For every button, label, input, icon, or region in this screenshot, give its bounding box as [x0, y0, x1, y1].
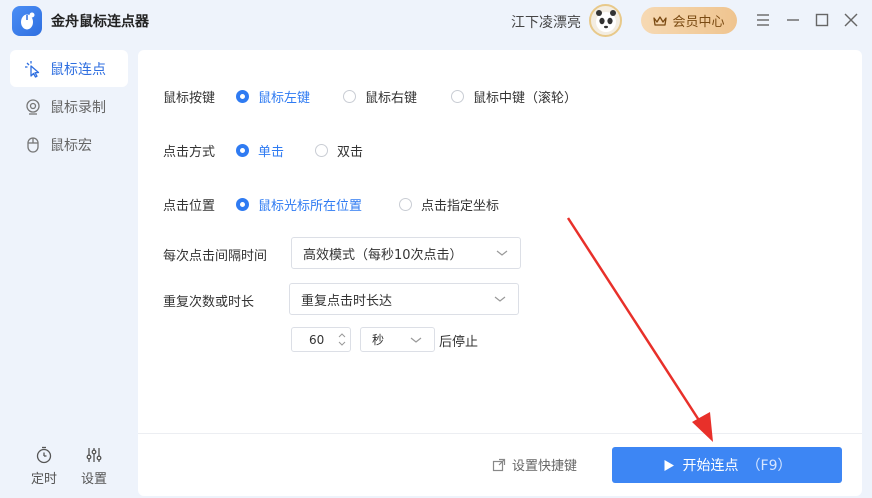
divider — [138, 433, 862, 434]
radio-left-button[interactable]: 鼠标左键 — [236, 87, 310, 106]
stepper-arrows-icon[interactable] — [338, 331, 346, 348]
duration-stepper[interactable]: 60 — [291, 327, 351, 352]
minimize-icon[interactable] — [784, 11, 802, 29]
sidebar-item-label: 鼠标宏 — [50, 137, 92, 154]
crown-icon — [653, 15, 668, 26]
radio-middle-button[interactable]: 鼠标中键（滚轮） — [451, 87, 577, 106]
click-mode-label: 点击方式 — [163, 145, 216, 160]
timer-button[interactable]: 定时 — [24, 446, 64, 487]
vip-label: 会员中心 — [672, 15, 725, 30]
settings-button[interactable]: 设置 — [74, 446, 114, 487]
timer-icon — [36, 446, 52, 464]
radio-double-click[interactable]: 双击 — [315, 141, 363, 160]
chevron-down-icon — [496, 250, 508, 256]
sidebar-item-macro[interactable]: 鼠标宏 — [10, 126, 128, 163]
repeat-select[interactable]: 重复点击时长达 — [289, 283, 519, 315]
duration-suffix: 后停止 — [439, 335, 479, 350]
settings-label: 设置 — [80, 472, 107, 487]
chevron-down-icon — [410, 337, 422, 343]
set-shortcut-button[interactable]: 设置快捷键 — [492, 455, 577, 474]
interval-select[interactable]: 高效模式（每秒10次点击） — [291, 237, 521, 269]
record-icon — [26, 98, 40, 115]
main-panel: 鼠标按键 鼠标左键 鼠标右键 鼠标中键（滚轮） 点击方式 单击 双击 点击位置 … — [138, 50, 862, 496]
timer-label: 定时 — [30, 472, 57, 487]
vip-center-button[interactable]: 会员中心 — [641, 7, 737, 34]
chevron-down-icon — [494, 296, 506, 302]
repeat-label: 重复次数或时长 — [163, 295, 255, 310]
app-title: 金舟鼠标连点器 — [51, 14, 149, 30]
sidebar-item-label: 鼠标连点 — [50, 61, 106, 78]
sidebar-item-label: 鼠标录制 — [50, 99, 106, 116]
sidebar-item-record[interactable]: 鼠标录制 — [10, 88, 128, 125]
title-bar: 金舟鼠标连点器 江下凌漂亮 会员中心 — [0, 0, 872, 42]
play-icon — [664, 459, 674, 471]
radio-fixed-coordinate[interactable]: 点击指定坐标 — [399, 195, 499, 214]
maximize-icon[interactable] — [813, 11, 831, 29]
mouse-button-label: 鼠标按键 — [163, 91, 216, 106]
mouse-icon — [27, 136, 39, 153]
radio-single-click[interactable]: 单击 — [236, 141, 284, 160]
close-icon[interactable] — [842, 11, 860, 29]
username[interactable]: 江下凌漂亮 — [511, 12, 581, 32]
menu-icon[interactable] — [754, 11, 772, 29]
click-position-label: 点击位置 — [163, 199, 216, 214]
avatar[interactable] — [589, 4, 622, 37]
start-click-button[interactable]: 开始连点 （F9） — [612, 447, 842, 483]
sidebar-item-click[interactable]: 鼠标连点 — [10, 50, 128, 87]
radio-right-button[interactable]: 鼠标右键 — [343, 87, 417, 106]
shortcut-icon — [492, 458, 506, 471]
radio-cursor-position[interactable]: 鼠标光标所在位置 — [236, 195, 362, 214]
cursor-click-icon — [25, 60, 40, 78]
duration-unit-select[interactable]: 秒 — [360, 327, 435, 352]
interval-label: 每次点击间隔时间 — [163, 249, 268, 264]
sliders-icon — [86, 448, 102, 462]
app-logo-icon — [12, 6, 42, 36]
